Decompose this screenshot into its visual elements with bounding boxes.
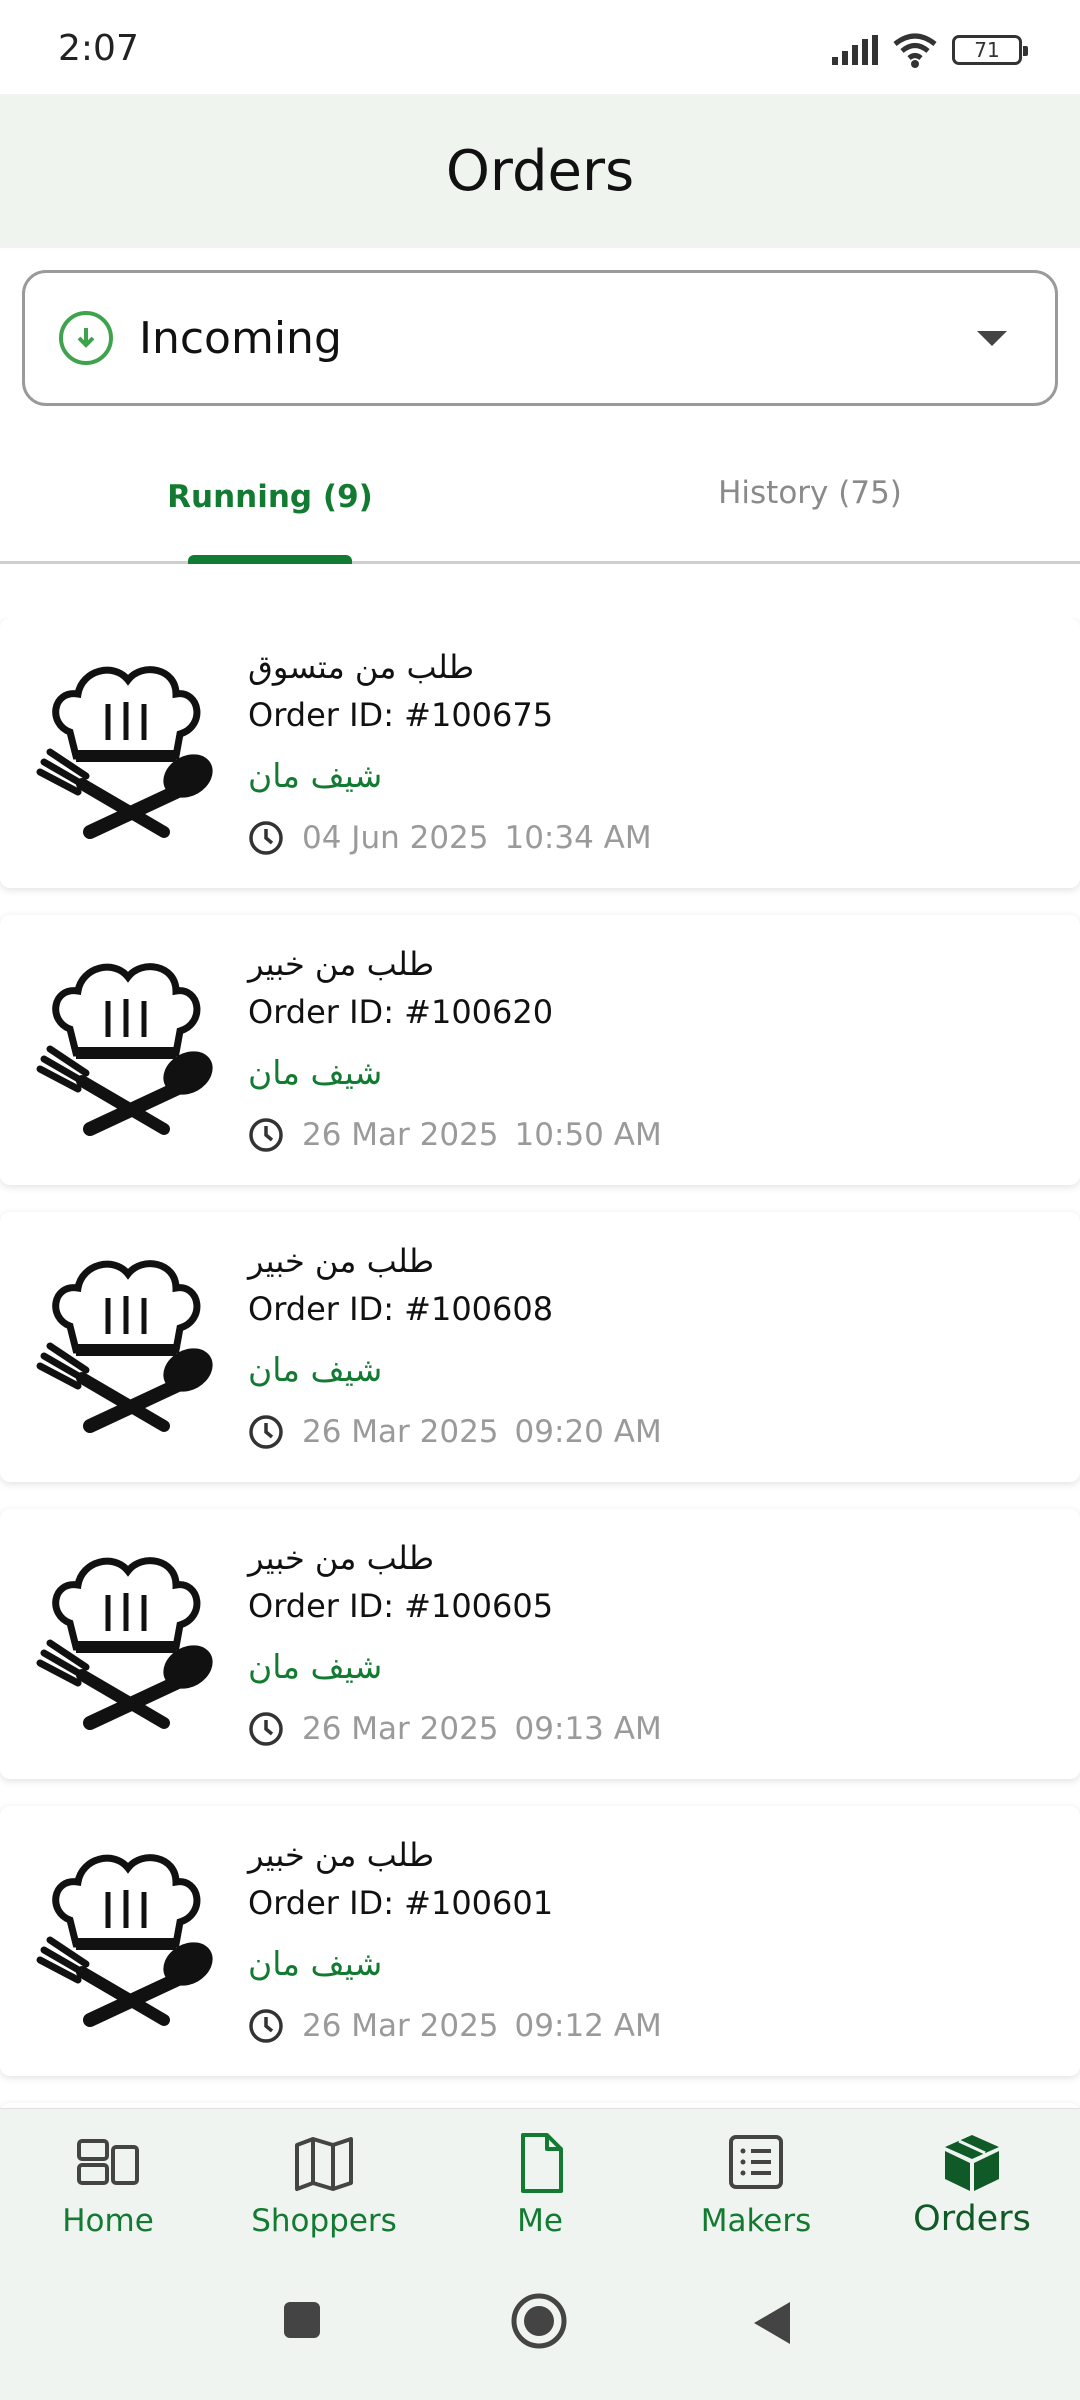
order-timestamp: 04 Jun 2025 10:34 AM xyxy=(248,820,652,856)
clock-icon xyxy=(249,821,283,855)
status-icons: 71 xyxy=(832,30,1028,70)
nav-label: Makers xyxy=(700,2203,812,2239)
order-list: طلب من متسوق Order ID: #100675 شيف مان 0… xyxy=(0,618,1080,2108)
order-chef-name: شيف مان xyxy=(248,1350,383,1389)
wifi-icon xyxy=(893,33,937,68)
order-id: #100601 xyxy=(404,1884,554,1922)
order-timestamp: 26 Mar 2025 10:50 AM xyxy=(248,1117,662,1153)
order-chef-name: شيف مان xyxy=(248,1053,383,1092)
order-time: 10:34 AM xyxy=(504,820,652,856)
order-date: 26 Mar 2025 xyxy=(302,1117,499,1153)
order-title: طلب من خبير xyxy=(248,1242,435,1280)
order-date: 26 Mar 2025 xyxy=(302,1414,499,1450)
order-id: #100620 xyxy=(404,993,554,1031)
list-icon xyxy=(729,2135,783,2189)
nav-item-makers[interactable]: Makers xyxy=(648,2109,864,2259)
order-id-label: Order ID: xyxy=(248,1290,394,1328)
nav-label: Orders xyxy=(913,2199,1031,2239)
order-chef-name: شيف مان xyxy=(248,756,383,795)
order-id-label: Order ID: xyxy=(248,696,394,734)
page-title: Orders xyxy=(445,138,635,204)
order-chef-name: شيف مان xyxy=(248,1647,383,1686)
nav-label: Home xyxy=(62,2203,154,2239)
nav-item-home[interactable]: Home xyxy=(0,2109,216,2259)
download-circle-icon xyxy=(59,311,113,365)
order-card[interactable]: طلب من متسوق Order ID: #100675 شيف مان 0… xyxy=(0,618,1080,888)
clock-icon xyxy=(249,1118,283,1152)
system-nav-bar xyxy=(0,2258,1080,2400)
chef-logo-icon xyxy=(36,1260,213,1433)
back-icon[interactable] xyxy=(752,2300,792,2346)
dropdown-selected-value: Incoming xyxy=(139,312,342,364)
order-id: #100608 xyxy=(404,1290,554,1328)
package-icon xyxy=(945,2135,999,2191)
battery-icon: 71 xyxy=(952,35,1028,65)
recent-apps-icon[interactable] xyxy=(282,2300,322,2340)
dashboard-icon xyxy=(77,2139,139,2185)
order-date: 26 Mar 2025 xyxy=(302,1711,499,1747)
order-id-row: Order ID: #100675 xyxy=(248,696,553,734)
chevron-down-icon xyxy=(977,331,1007,346)
tab-history[interactable]: History (75) xyxy=(540,430,1080,564)
order-card[interactable]: طلب من خبير Order ID: #100601 شيف مان 26… xyxy=(0,1806,1080,2076)
order-timestamp: 26 Mar 2025 09:20 AM xyxy=(248,1414,662,1450)
document-icon xyxy=(521,2133,563,2193)
order-title: طلب من متسوق xyxy=(248,648,475,686)
status-bar: 2:07 71 xyxy=(0,0,1080,94)
order-id-row: Order ID: #100620 xyxy=(248,993,553,1031)
status-time: 2:07 xyxy=(58,28,139,69)
order-type-dropdown[interactable]: Incoming xyxy=(22,270,1058,406)
order-id-label: Order ID: xyxy=(248,1587,394,1625)
order-timestamp: 26 Mar 2025 09:12 AM xyxy=(248,2008,662,2044)
order-time: 09:12 AM xyxy=(514,2008,662,2044)
order-title: طلب من خبير xyxy=(248,1836,435,1874)
order-tabs: Running (9) History (75) xyxy=(0,430,1080,564)
nav-label: Shoppers xyxy=(251,2203,397,2239)
order-id-row: Order ID: #100608 xyxy=(248,1290,553,1328)
order-card[interactable]: طلب من خبير Order ID: #100605 شيف مان 26… xyxy=(0,1509,1080,1779)
chef-logo-icon xyxy=(36,963,213,1136)
active-tab-indicator xyxy=(188,555,352,564)
chef-logo-icon xyxy=(36,1854,213,2027)
bottom-nav: Home Shoppers Me Makers Orders xyxy=(0,2108,1080,2258)
chef-logo-icon xyxy=(36,666,213,839)
nav-item-orders[interactable]: Orders xyxy=(864,2109,1080,2259)
order-id: #100675 xyxy=(404,696,554,734)
order-card[interactable]: طلب من خبير Order ID: #100620 شيف مان 26… xyxy=(0,915,1080,1185)
order-chef-name: شيف مان xyxy=(248,1944,383,1983)
order-id-label: Order ID: xyxy=(248,993,394,1031)
home-button-icon[interactable] xyxy=(510,2292,568,2350)
nav-item-me[interactable]: Me xyxy=(432,2109,648,2259)
app-header: Orders xyxy=(0,94,1080,248)
order-timestamp: 26 Mar 2025 09:13 AM xyxy=(248,1711,662,1747)
map-icon xyxy=(295,2137,353,2191)
order-time: 09:13 AM xyxy=(514,1711,662,1747)
tab-running[interactable]: Running (9) xyxy=(0,430,540,564)
order-time: 09:20 AM xyxy=(514,1414,662,1450)
signal-icon xyxy=(832,35,878,65)
order-id-row: Order ID: #100605 xyxy=(248,1587,553,1625)
nav-item-shoppers[interactable]: Shoppers xyxy=(216,2109,432,2259)
order-time: 10:50 AM xyxy=(514,1117,662,1153)
clock-icon xyxy=(249,1415,283,1449)
order-id-row: Order ID: #100601 xyxy=(248,1884,553,1922)
battery-level: 71 xyxy=(974,38,1000,62)
order-card[interactable]: طلب من خبير Order ID: #100608 شيف مان 26… xyxy=(0,1212,1080,1482)
order-date: 26 Mar 2025 xyxy=(302,2008,499,2044)
clock-icon xyxy=(249,1712,283,1746)
order-title: طلب من خبير xyxy=(248,945,435,983)
nav-label: Me xyxy=(517,2203,563,2239)
order-id: #100605 xyxy=(404,1587,554,1625)
chef-logo-icon xyxy=(36,1557,213,1730)
clock-icon xyxy=(249,2009,283,2043)
order-date: 04 Jun 2025 xyxy=(302,820,489,856)
order-title: طلب من خبير xyxy=(248,1539,435,1577)
order-id-label: Order ID: xyxy=(248,1884,394,1922)
